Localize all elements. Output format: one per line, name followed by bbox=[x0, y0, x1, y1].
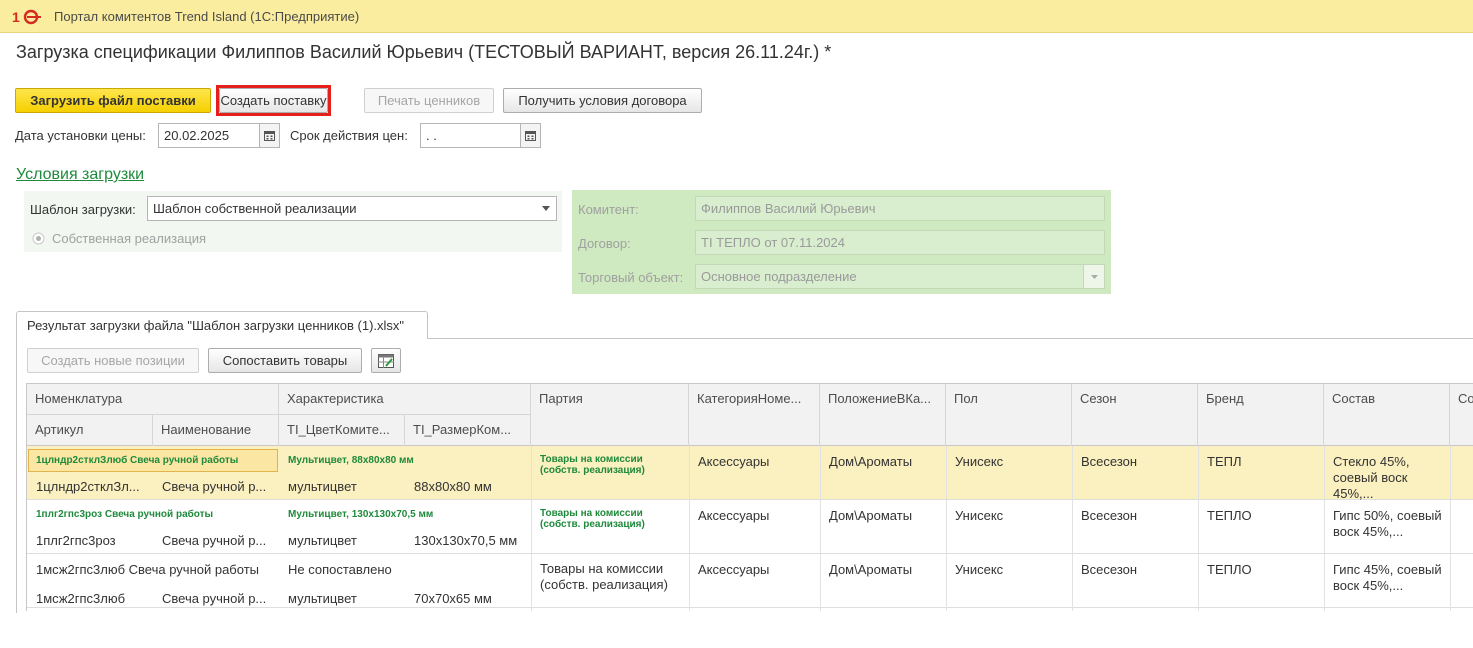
contract-panel: Комитент: Филиппов Василий Юрьевич Догов… bbox=[572, 190, 1111, 294]
nomenclature-cell[interactable]: 1мсж2гпс3люб Свеча ручной работы bbox=[36, 562, 276, 577]
article-cell[interactable]: 1мсж2гпс3люб bbox=[36, 591, 148, 606]
composition-cell[interactable]: Гипс 45%, соевый воск 45%,... bbox=[1333, 562, 1443, 608]
contract-field: TI ТЕПЛО от 07.11.2024 bbox=[695, 230, 1105, 255]
contract-label: Договор: bbox=[578, 236, 631, 251]
price-date-input[interactable]: 20.02.2025 bbox=[158, 123, 260, 148]
gender-cell[interactable]: Унисекс bbox=[955, 562, 1067, 577]
article-cell[interactable]: 1плг2гпс3роз bbox=[36, 533, 148, 548]
print-tags-button[interactable]: Печать ценников bbox=[364, 88, 494, 113]
column-header-gender[interactable]: Пол bbox=[946, 384, 1072, 446]
price-validity-input[interactable]: . . bbox=[420, 123, 521, 148]
trade-object-field: Основное подразделение bbox=[695, 264, 1084, 289]
nomenclature-cell[interactable]: 1цлндр2стклЗлюб Свеча ручной работы bbox=[36, 455, 276, 466]
create-new-items-button[interactable]: Создать новые позиции bbox=[27, 348, 199, 373]
table-header: Номенклатура Характеристика Артикул Наим… bbox=[27, 384, 1473, 446]
column-header-season[interactable]: Сезон bbox=[1072, 384, 1198, 446]
name-cell[interactable]: Свеча ручной р... bbox=[162, 479, 274, 494]
table-row[interactable]: 1цлндр2стклЗлюб Свеча ручной работы Муль… bbox=[27, 446, 1473, 500]
position-cell[interactable]: Дом\Ароматы bbox=[829, 508, 947, 523]
match-goods-button[interactable]: Сопоставить товары bbox=[208, 348, 362, 373]
window-titlebar: 1 Портал комитентов Trend Island (1С:Пре… bbox=[0, 0, 1473, 33]
column-header-composition[interactable]: Состав bbox=[1324, 384, 1450, 446]
tab-load-result[interactable]: Результат загрузки файла "Шаблон загрузк… bbox=[16, 311, 428, 339]
characteristic-cell[interactable]: Мультицвет, 88x80x80 мм bbox=[288, 455, 528, 466]
table-settings-icon[interactable] bbox=[371, 348, 401, 373]
window-title: Портал комитентов Trend Island (1С:Предп… bbox=[54, 9, 360, 24]
season-cell[interactable]: Всесезон bbox=[1081, 508, 1193, 523]
column-header-characteristic[interactable]: Характеристика bbox=[279, 384, 531, 414]
page-title: Загрузка спецификации Филиппов Василий Ю… bbox=[16, 42, 832, 62]
column-header-nomenclature[interactable]: Номенклатура bbox=[27, 384, 279, 414]
category-cell[interactable]: Аксессуары bbox=[698, 508, 816, 523]
column-header-category[interactable]: КатегорияНоме... bbox=[689, 384, 820, 446]
batch-cell[interactable]: Товары на комиссии (собств. реализация) bbox=[540, 561, 685, 593]
get-contract-terms-button[interactable]: Получить условия договора bbox=[503, 88, 702, 113]
price-validity-label: Срок действия цен: bbox=[290, 128, 408, 143]
column-header-name[interactable]: Наименование bbox=[153, 415, 279, 446]
svg-text:1: 1 bbox=[12, 9, 20, 25]
category-cell[interactable]: Аксессуары bbox=[698, 562, 816, 577]
name-cell[interactable]: Свеча ручной р... bbox=[162, 591, 274, 606]
season-cell[interactable]: Всесезон bbox=[1081, 454, 1193, 469]
1c-logo-icon: 1 bbox=[12, 9, 41, 25]
color-cell[interactable]: мультицвет bbox=[288, 533, 400, 548]
position-cell[interactable]: Дом\Ароматы bbox=[829, 562, 947, 577]
column-header-batch[interactable]: Партия bbox=[531, 384, 689, 446]
category-cell[interactable]: Аксессуары bbox=[698, 454, 816, 469]
load-file-button[interactable]: Загрузить файл поставки bbox=[15, 88, 211, 113]
color-cell[interactable]: мультицвет bbox=[288, 479, 400, 494]
brand-cell[interactable]: ТЕПЛО bbox=[1207, 562, 1319, 577]
price-date-label: Дата установки цены: bbox=[15, 128, 146, 143]
template-panel: Шаблон загрузки: Шаблон собственной реал… bbox=[24, 191, 562, 252]
consignor-field: Филиппов Василий Юрьевич bbox=[695, 196, 1105, 221]
name-cell[interactable]: Свеча ручной р... bbox=[162, 533, 274, 548]
nomenclature-cell[interactable]: 1плг2гпс3роз Свеча ручной работы bbox=[36, 509, 276, 520]
tab-border bbox=[16, 338, 17, 613]
tab-divider bbox=[427, 338, 1473, 339]
highlight-frame bbox=[216, 85, 331, 116]
chevron-down-icon bbox=[1083, 264, 1105, 289]
gender-cell[interactable]: Унисекс bbox=[955, 508, 1067, 523]
own-sale-radio-label: Собственная реализация bbox=[52, 231, 207, 246]
trade-object-label: Торговый объект: bbox=[578, 270, 684, 285]
load-conditions-link[interactable]: Условия загрузки bbox=[16, 166, 144, 184]
size-cell[interactable]: 130x130x70,5 мм bbox=[414, 533, 526, 548]
template-label: Шаблон загрузки: bbox=[30, 202, 136, 217]
brand-cell[interactable]: ТЕПЛО bbox=[1207, 508, 1319, 523]
gender-cell[interactable]: Унисекс bbox=[955, 454, 1067, 469]
template-select[interactable]: Шаблон собственной реализации bbox=[147, 196, 540, 221]
results-table: Номенклатура Характеристика Артикул Наим… bbox=[26, 383, 1473, 611]
column-header-brand[interactable]: Бренд bbox=[1198, 384, 1324, 446]
brand-cell[interactable]: ТЕПЛ bbox=[1207, 454, 1319, 469]
size-cell[interactable]: 70x70x65 мм bbox=[414, 591, 526, 606]
article-cell[interactable]: 1цлндр2стклЗл... bbox=[36, 479, 148, 494]
size-cell[interactable]: 88x80x80 мм bbox=[414, 479, 526, 494]
table-row[interactable]: 1плг2гпс3роз Свеча ручной работы Мультиц… bbox=[27, 500, 1473, 554]
consignor-label: Комитент: bbox=[578, 202, 639, 217]
composition-cell[interactable]: Гипс 50%, соевый воск 45%,... bbox=[1333, 508, 1443, 554]
chevron-down-icon[interactable] bbox=[536, 196, 557, 221]
batch-cell[interactable]: Товары на комиссии (собств. реализация) bbox=[540, 508, 680, 530]
column-header-extra[interactable]: Со bbox=[1450, 384, 1473, 446]
characteristic-cell[interactable]: Не сопоставлено bbox=[288, 562, 528, 577]
season-cell[interactable]: Всесезон bbox=[1081, 562, 1193, 577]
column-header-color[interactable]: TI_ЦветКомите... bbox=[279, 415, 405, 446]
characteristic-cell[interactable]: Мультицвет, 130x130x70,5 мм bbox=[288, 509, 528, 520]
column-header-size[interactable]: TI_РазмерКом... bbox=[405, 415, 531, 446]
column-header-article[interactable]: Артикул bbox=[27, 415, 153, 446]
composition-cell[interactable]: Стекло 45%, соевый воск 45%,... bbox=[1333, 454, 1443, 500]
color-cell[interactable]: мультицвет bbox=[288, 591, 400, 606]
batch-cell[interactable]: Товары на комиссии (собств. реализация) bbox=[540, 454, 680, 476]
column-header-position[interactable]: ПоложениеВКа... bbox=[820, 384, 946, 446]
radio-icon[interactable] bbox=[32, 232, 45, 245]
calendar-icon[interactable] bbox=[520, 123, 541, 148]
position-cell[interactable]: Дом\Ароматы bbox=[829, 454, 947, 469]
table-row[interactable]: 1мсж2гпс3люб Свеча ручной работы Не сопо… bbox=[27, 554, 1473, 608]
calendar-icon[interactable] bbox=[259, 123, 280, 148]
